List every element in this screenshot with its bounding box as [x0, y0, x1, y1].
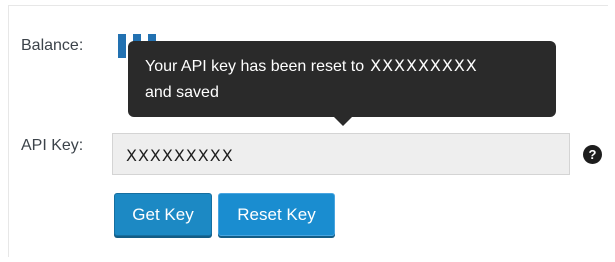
- balance-label: Balance:: [21, 37, 84, 54]
- tooltip-message: Your API key has been reset to: [145, 58, 365, 75]
- tooltip-message-tail: and saved: [145, 84, 219, 101]
- get-key-button[interactable]: Get Key: [114, 193, 212, 236]
- tooltip-arrow: [333, 116, 353, 126]
- help-question-icon[interactable]: ?: [583, 145, 602, 164]
- api-key-field[interactable]: XXXXXXXXX: [112, 133, 570, 175]
- reset-key-button[interactable]: Reset Key: [218, 193, 335, 236]
- reset-confirmation-tooltip: Your API key has been reset to XXXXXXXXX …: [128, 41, 556, 117]
- tooltip-key-value: XXXXXXXXX: [370, 56, 478, 75]
- api-key-label: API Key:: [21, 137, 84, 154]
- balance-bar: [118, 34, 126, 58]
